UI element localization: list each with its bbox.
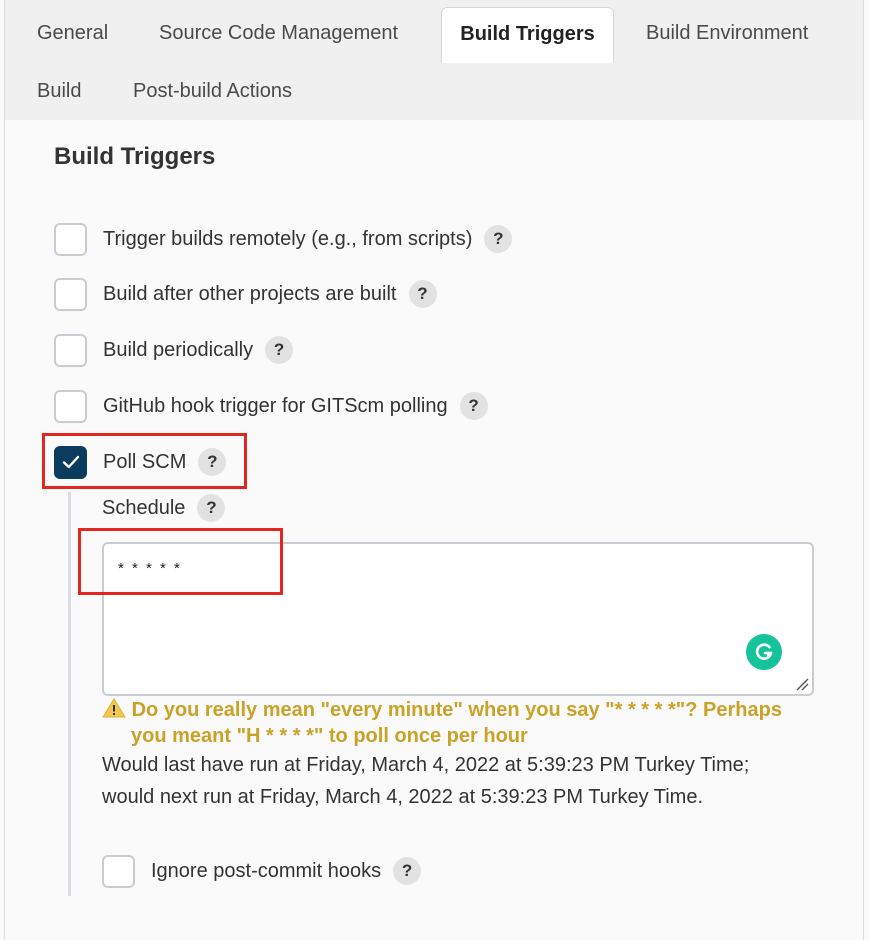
schedule-warning: Do you really mean "every minute" when y… (102, 697, 822, 749)
trigger-row-after-projects: Build after other projects are built ? (54, 277, 437, 311)
schedule-run-info: Would last have run at Friday, March 4, … (102, 749, 842, 813)
tab-post-build-actions[interactable]: Post-build Actions (133, 80, 292, 103)
help-icon[interactable]: ? (408, 280, 437, 308)
ignore-post-commit-checkbox[interactable] (102, 854, 135, 888)
warning-text-line1: Do you really mean "every minute" when y… (131, 699, 782, 721)
github-hook-label[interactable]: GitHub hook trigger for GITScm polling (103, 395, 448, 418)
warning-icon (102, 698, 126, 718)
next-run-info: would next run at Friday, March 4, 2022 … (102, 786, 704, 808)
build-periodically-label[interactable]: Build periodically (103, 339, 253, 362)
trigger-row-remote: Trigger builds remotely (e.g., from scri… (54, 222, 513, 256)
poll-scm-highlight-box (42, 433, 247, 489)
trigger-row-periodically: Build periodically ? (54, 333, 294, 367)
schedule-highlight-box (78, 528, 283, 595)
tab-build-triggers[interactable]: Build Triggers (441, 7, 614, 63)
trigger-row-github-hook: GitHub hook trigger for GITScm polling ? (54, 389, 488, 423)
last-run-info: Would last have run at Friday, March 4, … (102, 754, 750, 776)
help-icon[interactable]: ? (265, 336, 294, 364)
build-periodically-checkbox[interactable] (54, 333, 87, 367)
help-icon[interactable]: ? (484, 225, 513, 253)
build-after-projects-label[interactable]: Build after other projects are built (103, 283, 397, 306)
ignore-post-commit-label[interactable]: Ignore post-commit hooks (151, 860, 381, 883)
help-icon[interactable]: ? (393, 857, 422, 885)
trigger-remotely-label[interactable]: Trigger builds remotely (e.g., from scri… (103, 228, 472, 251)
warning-text-line2: you meant "H * * * *" to poll once per h… (131, 725, 528, 747)
help-icon[interactable]: ? (197, 494, 226, 522)
help-icon[interactable]: ? (459, 392, 488, 420)
tab-general[interactable]: General (37, 22, 108, 45)
github-hook-checkbox[interactable] (54, 389, 87, 423)
resize-handle-icon[interactable] (794, 676, 810, 692)
nested-section-indicator (68, 492, 71, 896)
schedule-label-row: Schedule ? (102, 494, 226, 522)
build-after-projects-checkbox[interactable] (54, 277, 87, 311)
ignore-post-commit-row: Ignore post-commit hooks ? (102, 854, 422, 888)
tab-source-code-management[interactable]: Source Code Management (159, 22, 398, 45)
tab-build[interactable]: Build (37, 80, 81, 103)
tab-build-environment[interactable]: Build Environment (646, 22, 808, 45)
trigger-remotely-checkbox[interactable] (54, 222, 87, 256)
tab-bar: General Source Code Management Build Tri… (5, 0, 863, 120)
section-title: Build Triggers (54, 143, 216, 170)
grammarly-icon[interactable] (746, 634, 782, 670)
schedule-label: Schedule (102, 496, 186, 519)
